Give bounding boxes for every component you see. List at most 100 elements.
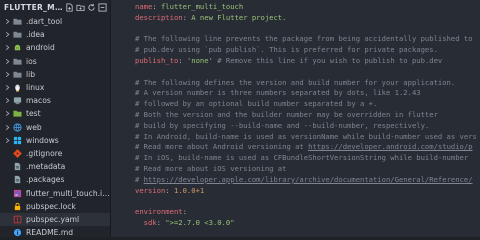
code-token: # Remove this line if you wish to publis… bbox=[212, 55, 443, 65]
explorer-item-label: test bbox=[26, 109, 41, 119]
explorer-file-item[interactable]: .packages bbox=[0, 173, 110, 186]
iml-icon bbox=[13, 189, 22, 198]
collapse-all-icon[interactable] bbox=[98, 2, 107, 12]
folder-icon bbox=[13, 57, 22, 66]
linux-icon bbox=[13, 83, 22, 92]
code-token: # pub.dev using `pub publish`. This is p… bbox=[135, 45, 438, 55]
code-token: # In iOS, build-name is used as CFBundle… bbox=[135, 153, 469, 163]
code-token: version bbox=[135, 185, 166, 195]
code-token: 1.0.0+1 bbox=[173, 185, 205, 195]
macos-icon bbox=[13, 96, 22, 105]
explorer-folder-item[interactable]: lib bbox=[0, 68, 110, 81]
git-icon bbox=[13, 149, 22, 158]
code-token: # Both the version and the builder numbe… bbox=[135, 109, 438, 119]
explorer-file-item[interactable]: pubspec.lock bbox=[0, 200, 110, 213]
yaml-icon: ! bbox=[13, 215, 22, 224]
code-lines: name: flutter_multi_touch description: A … bbox=[111, 0, 480, 237]
explorer-file-item[interactable]: README.md bbox=[0, 226, 110, 237]
folder-icon bbox=[13, 17, 22, 26]
code-token: # Read more about iOS versioning at bbox=[135, 163, 287, 173]
explorer-item-label: macos bbox=[26, 96, 51, 106]
explorer-folder-item[interactable]: windows bbox=[0, 134, 110, 147]
code-token: # Read more about Android versioning at bbox=[135, 142, 309, 152]
code-token: ">=2.7.0 <3.0.0" bbox=[165, 217, 235, 227]
lock-icon bbox=[13, 202, 22, 211]
explorer-folder-item[interactable]: .idea bbox=[0, 28, 110, 41]
code-line: # A version number is three numbers sepa… bbox=[111, 88, 480, 99]
code-token: # The following line prevents the packag… bbox=[135, 34, 473, 44]
chevron-right-icon bbox=[4, 97, 11, 105]
vscode-window: FLUTTER_MU... .dart_tool .idea android ios l… bbox=[0, 0, 480, 237]
explorer-file-item[interactable]: flutter_multi_touch.iml bbox=[0, 186, 110, 199]
code-token: flutter_multi_touch bbox=[160, 2, 244, 11]
explorer-folder-item[interactable]: ios bbox=[0, 55, 110, 68]
code-line: # In iOS, build-name is used as CFBundle… bbox=[111, 153, 480, 164]
chevron-right-icon bbox=[4, 110, 11, 118]
chevron-right-icon bbox=[4, 18, 11, 26]
explorer-item-label: README.md bbox=[26, 228, 74, 237]
code-line: publish_to: 'none' # Remove this line if… bbox=[111, 56, 480, 67]
explorer-item-label: android bbox=[26, 43, 55, 53]
explorer-item-label: web bbox=[26, 122, 42, 132]
code-line: # Read more about iOS versioning at bbox=[111, 164, 480, 175]
explorer-folder-item[interactable]: test bbox=[0, 107, 110, 120]
code-line: version: 1.0.0+1 bbox=[111, 186, 480, 197]
explorer-folder-item[interactable]: android bbox=[0, 41, 110, 54]
code-token[interactable]: https://developer.android.com/studio/p bbox=[308, 142, 472, 151]
code-line: # followed by an optional build number s… bbox=[111, 99, 480, 110]
code-token: : bbox=[165, 185, 174, 195]
code-token: : bbox=[182, 12, 192, 22]
code-line: # pub.dev using `pub publish`. This is p… bbox=[111, 45, 480, 56]
explorer-header[interactable]: FLUTTER_MU... bbox=[0, 0, 110, 14]
folder-icon bbox=[13, 70, 22, 79]
explorer-folder-item[interactable]: web bbox=[0, 121, 110, 134]
code-editor[interactable]: name: flutter_multi_touch description: A … bbox=[111, 0, 480, 237]
explorer-folder-item[interactable]: .dart_tool bbox=[0, 15, 110, 28]
code-line: # build by specifying --build-name and -… bbox=[111, 121, 480, 132]
file-icon bbox=[13, 175, 22, 184]
code-token[interactable]: https://developer.apple.com/library/arch… bbox=[144, 175, 473, 184]
code-line: # Read more about Android versioning at … bbox=[111, 142, 480, 153]
explorer-folder-item[interactable]: linux bbox=[0, 81, 110, 94]
chevron-right-icon bbox=[4, 123, 11, 131]
explorer-item-label: lib bbox=[26, 69, 36, 79]
explorer-item-label: pubspec.lock bbox=[26, 201, 76, 211]
chevron-right-icon bbox=[4, 84, 11, 92]
code-token: description bbox=[135, 12, 183, 22]
code-token: name bbox=[135, 2, 153, 11]
code-token: A new Flutter project. bbox=[191, 12, 287, 22]
test-folder-icon bbox=[13, 109, 22, 118]
explorer-file-item[interactable]: ! pubspec.yaml bbox=[0, 212, 110, 226]
code-line: # Both the version and the builder numbe… bbox=[111, 110, 480, 121]
explorer-sidebar: FLUTTER_MU... .dart_tool .idea android ios l… bbox=[0, 0, 111, 237]
explorer-item-label: linux bbox=[26, 83, 45, 93]
code-token: # In Android, build-name is used as vers… bbox=[135, 131, 477, 141]
refresh-icon[interactable] bbox=[87, 3, 96, 12]
code-line: name: flutter_multi_touch bbox=[111, 2, 480, 13]
chevron-right-icon bbox=[4, 44, 11, 52]
explorer-file-item[interactable]: .gitignore bbox=[0, 147, 110, 160]
explorer-file-item[interactable]: .metadata bbox=[0, 160, 110, 173]
new-file-icon[interactable] bbox=[65, 2, 74, 12]
new-folder-icon[interactable] bbox=[76, 3, 85, 12]
chevron-right-icon bbox=[4, 57, 11, 65]
code-token: # bbox=[135, 174, 144, 184]
code-token: : bbox=[182, 207, 187, 217]
explorer-item-label: flutter_multi_touch.iml bbox=[25, 188, 110, 198]
explorer-item-label: windows bbox=[26, 135, 59, 145]
explorer-item-label: .dart_tool bbox=[26, 17, 63, 27]
code-token: publish_to bbox=[135, 55, 179, 65]
explorer-item-label: pubspec.yaml bbox=[26, 214, 80, 224]
code-line: # https://developer.apple.com/library/ar… bbox=[111, 175, 480, 186]
explorer-folder-item[interactable]: macos bbox=[0, 94, 110, 107]
code-token: : bbox=[156, 217, 166, 227]
chevron-right-icon bbox=[4, 136, 11, 144]
